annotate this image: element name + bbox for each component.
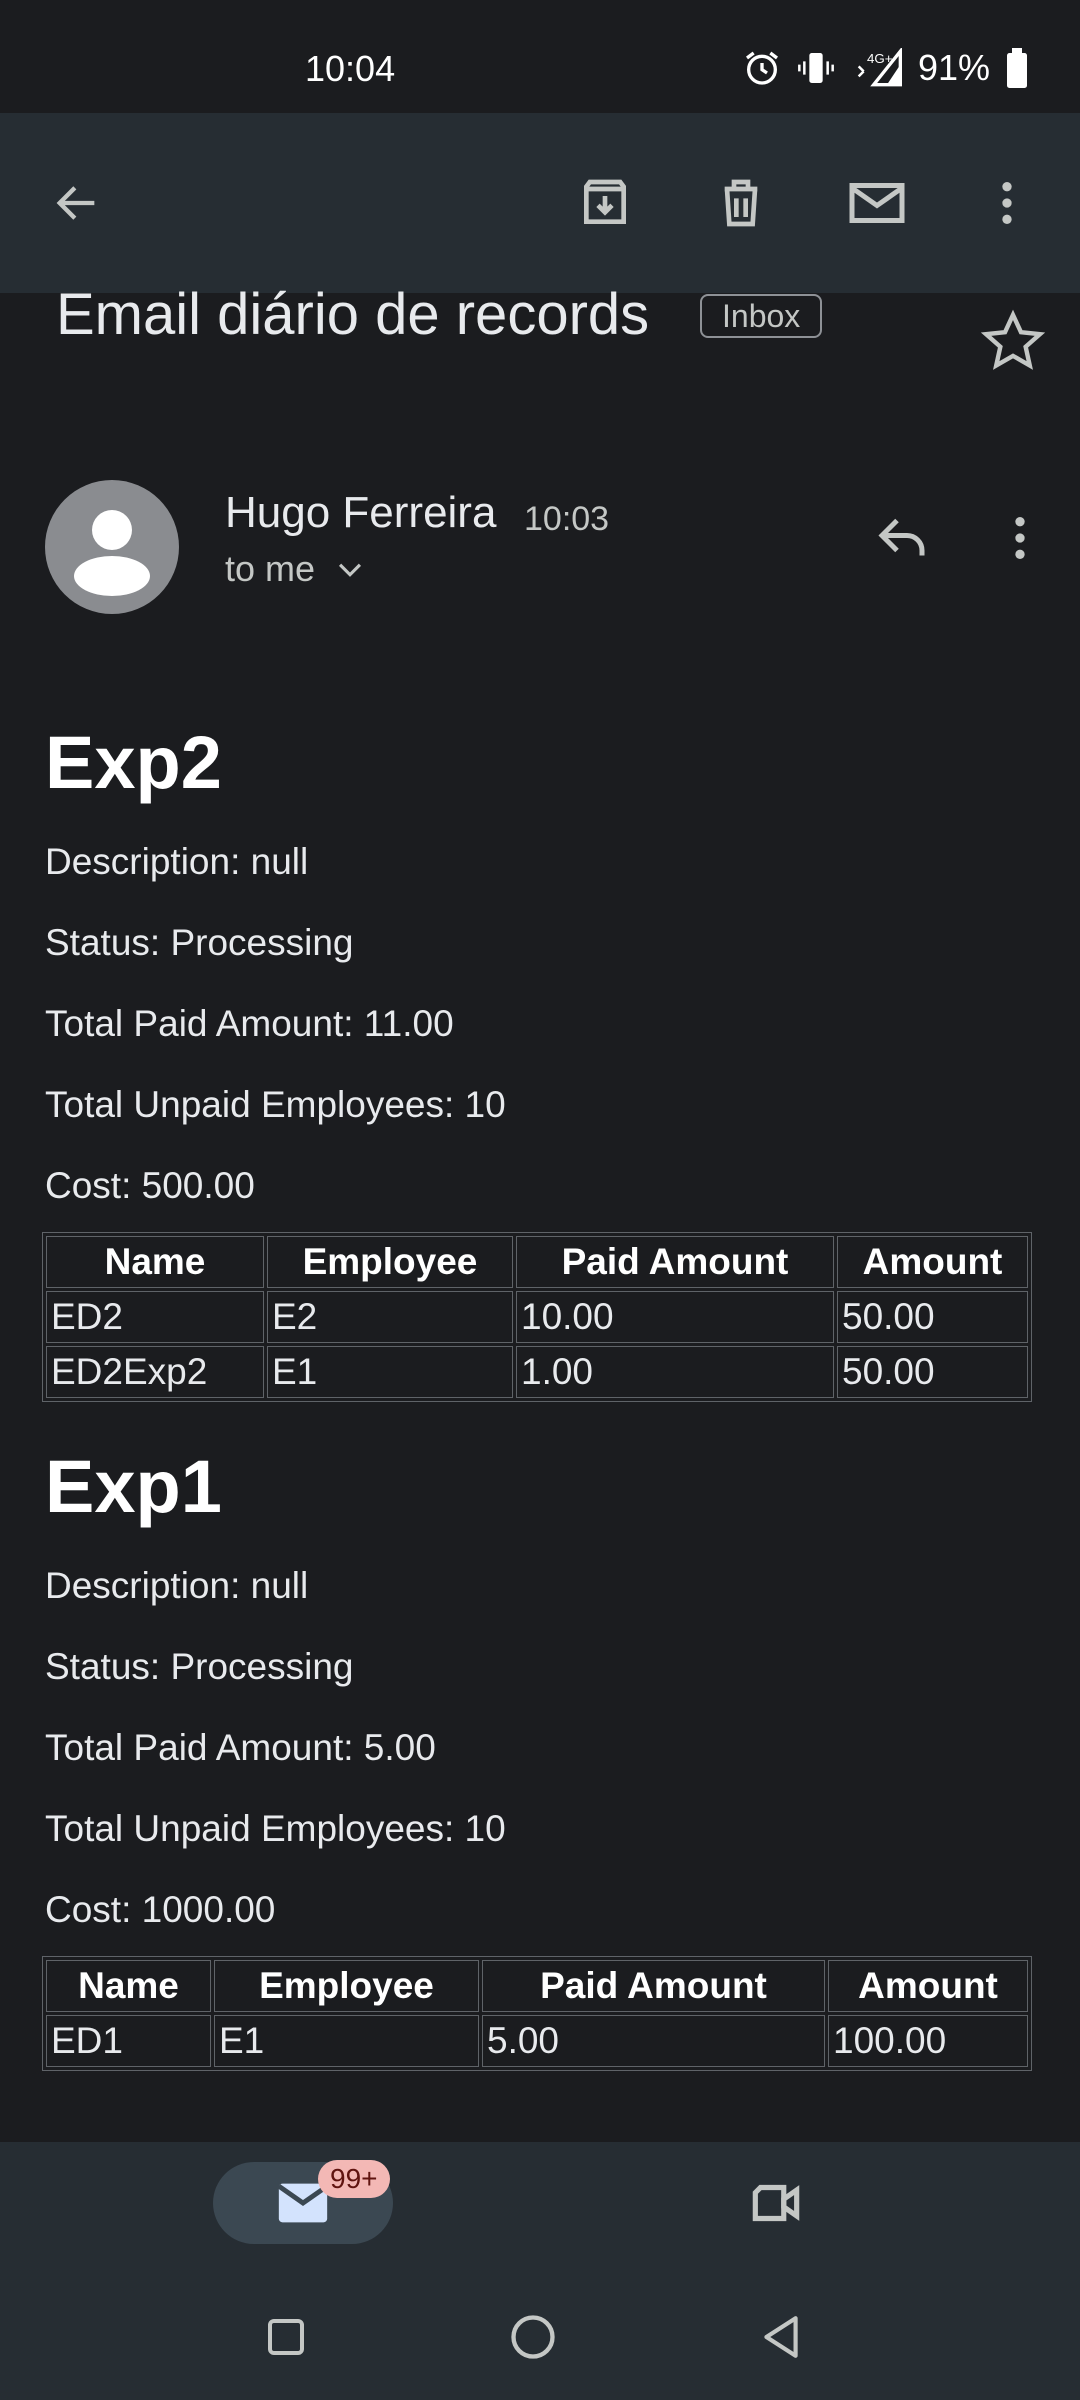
table-cell: ED2 <box>46 1291 264 1343</box>
email-subject: Email diário de records <box>56 282 650 347</box>
experiment-table: Name Employee Paid Amount Amount ED2 E2 … <box>42 1232 1032 1402</box>
table-cell: E1 <box>214 2015 479 2067</box>
table-header: Name <box>46 1960 211 2012</box>
table-cell: ED2Exp2 <box>46 1346 264 1398</box>
table-cell: 50.00 <box>837 1291 1028 1343</box>
subject-row: Email diário de records Inbox <box>0 286 1080 386</box>
back-triangle-icon <box>764 2316 798 2358</box>
person-icon <box>74 510 150 596</box>
mark-unread-button[interactable] <box>837 163 917 243</box>
home-button[interactable] <box>498 2302 568 2372</box>
reply-button[interactable] <box>862 498 942 578</box>
experiment-section: Exp1 Description: null Status: Processin… <box>42 1442 1035 2071</box>
chevron-down-icon <box>339 563 362 577</box>
table-row: ED2 E2 10.00 50.00 <box>46 1291 1028 1343</box>
table-header: Paid Amount <box>482 1960 825 2012</box>
message-more-button[interactable] <box>980 498 1060 578</box>
bottom-navigation: 99+ <box>0 2142 1080 2400</box>
table-row: ED1 E1 5.00 100.00 <box>46 2015 1028 2067</box>
reply-icon <box>878 518 925 556</box>
table-header: Amount <box>828 1960 1028 2012</box>
experiment-unpaid: Total Unpaid Employees: 10 <box>45 1084 506 1125</box>
more-vert-icon <box>1002 182 1012 224</box>
delete-icon <box>724 179 758 227</box>
experiment-cost: Cost: 500.00 <box>45 1165 255 1206</box>
table-header-row: Name Employee Paid Amount Amount <box>46 1236 1028 1288</box>
more-vert-icon <box>1015 517 1025 559</box>
archive-button[interactable] <box>565 163 645 243</box>
table-header: Employee <box>214 1960 479 2012</box>
recents-square-icon <box>268 2319 304 2355</box>
table-cell: 50.00 <box>837 1346 1028 1398</box>
mark-unread-icon <box>849 183 905 223</box>
table-row: ED2Exp2 E1 1.00 50.00 <box>46 1346 1028 1398</box>
experiment-status: Status: Processing <box>45 1646 354 1687</box>
table-cell: 1.00 <box>516 1346 834 1398</box>
unread-count-badge: 99+ <box>318 2160 390 2198</box>
table-cell: E1 <box>267 1346 513 1398</box>
experiment-unpaid: Total Unpaid Employees: 10 <box>45 1808 506 1849</box>
experiment-section: Exp2 Description: null Status: Processin… <box>42 718 1035 1402</box>
experiment-title: Exp1 <box>45 1445 222 1528</box>
status-time: 10:04 <box>305 48 396 89</box>
table-header: Amount <box>837 1236 1028 1288</box>
battery-icon <box>1004 48 1030 88</box>
table-cell: 5.00 <box>482 2015 825 2067</box>
recipient-details-toggle[interactable]: to me <box>225 548 367 590</box>
table-cell: 10.00 <box>516 1291 834 1343</box>
table-header: Paid Amount <box>516 1236 834 1288</box>
tab-meet[interactable] <box>736 2162 816 2244</box>
videocam-icon <box>752 2184 800 2222</box>
star-button[interactable] <box>980 308 1046 379</box>
table-header-row: Name Employee Paid Amount Amount <box>46 1960 1028 2012</box>
delete-button[interactable] <box>701 163 781 243</box>
back-button[interactable] <box>37 163 117 243</box>
table-cell: E2 <box>267 1291 513 1343</box>
table-cell: ED1 <box>46 2015 211 2067</box>
status-bar: 10:04 4G+ 91% <box>0 0 1080 113</box>
experiment-description: Description: null <box>45 1565 309 1606</box>
vibrate-icon <box>796 48 836 88</box>
star-icon <box>980 309 1046 370</box>
experiment-cost: Cost: 1000.00 <box>45 1889 276 1930</box>
inbox-label-chip[interactable]: Inbox <box>700 294 823 338</box>
sender-row: Hugo Ferreira 10:03 to me <box>0 470 1080 620</box>
recents-button[interactable] <box>251 2302 321 2372</box>
table-header: Name <box>46 1236 264 1288</box>
alarm-icon <box>742 48 782 88</box>
sender-name[interactable]: Hugo Ferreira <box>225 488 496 538</box>
email-toolbar <box>0 113 1080 293</box>
sent-time: 10:03 <box>524 500 610 538</box>
table-cell: 100.00 <box>828 2015 1028 2067</box>
more-options-button[interactable] <box>967 163 1047 243</box>
experiment-status: Status: Processing <box>45 922 354 963</box>
experiment-total-paid: Total Paid Amount: 11.00 <box>45 1003 454 1044</box>
experiment-description: Description: null <box>45 841 309 882</box>
system-navigation-bar <box>0 2292 1080 2382</box>
table-header: Employee <box>267 1236 513 1288</box>
recipient-label: to me <box>225 548 316 589</box>
avatar[interactable] <box>45 480 179 614</box>
battery-percent: 91% <box>917 47 990 88</box>
system-back-button[interactable] <box>746 2302 816 2372</box>
back-arrow-icon <box>56 186 95 220</box>
archive-icon <box>584 179 626 224</box>
signal-4g-icon: 4G+ <box>850 48 904 88</box>
experiment-title: Exp2 <box>45 721 222 804</box>
experiment-table: Name Employee Paid Amount Amount ED1 E1 … <box>42 1956 1032 2071</box>
experiment-total-paid: Total Paid Amount: 5.00 <box>45 1727 436 1768</box>
email-body: Exp2 Description: null Status: Processin… <box>42 718 1035 2071</box>
home-circle-icon <box>511 2315 555 2359</box>
